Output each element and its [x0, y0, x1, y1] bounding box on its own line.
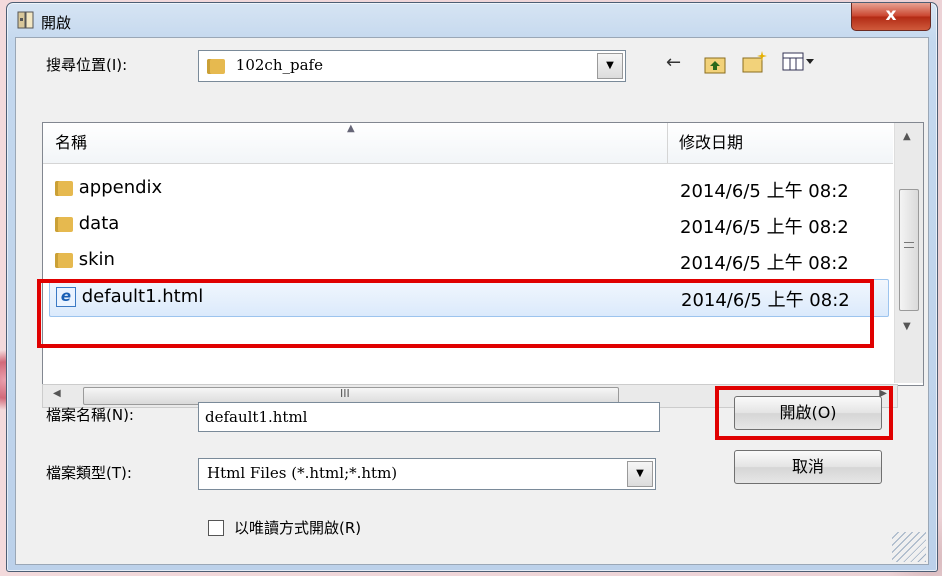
back-icon[interactable]: ←: [666, 52, 681, 73]
item-date: 2014/6/5 上午 08:2: [681, 290, 850, 311]
filename-input[interactable]: default1.html: [198, 402, 660, 432]
readonly-label: 以唯讀方式開啟(R): [234, 519, 362, 537]
lookin-value: 102ch_pafe: [235, 56, 323, 74]
item-date: 2014/6/5 上午 08:2: [680, 181, 849, 202]
ie-html-icon: e: [56, 287, 76, 307]
scroll-up-icon[interactable]: ▲: [903, 131, 911, 142]
chevron-down-icon[interactable]: ▼: [627, 461, 653, 487]
vertical-scrollbar[interactable]: ▲ ▼: [894, 123, 923, 383]
list-item[interactable]: appendix 2014/6/5 上午 08:2: [43, 171, 893, 207]
resize-grip[interactable]: [892, 532, 926, 562]
item-name: data: [78, 213, 120, 234]
cancel-button[interactable]: 取消: [734, 450, 882, 484]
scroll-grip: III: [340, 387, 350, 400]
list-item[interactable]: skin 2014/6/5 上午 08:2: [43, 243, 893, 279]
view-menu-icon[interactable]: [782, 52, 816, 72]
dialog-icon: [17, 11, 34, 29]
dialog-body: 搜尋位置(I): 102ch_pafe ▼ ← 名稱 ▲ 修改日期 append…: [15, 37, 929, 565]
folder-icon: [55, 180, 73, 196]
sort-arrow-icon: ▲: [347, 123, 355, 134]
item-name: appendix: [78, 177, 163, 198]
item-name: skin: [78, 249, 115, 270]
list-item[interactable]: data 2014/6/5 上午 08:2: [43, 207, 893, 243]
close-button[interactable]: x: [851, 3, 931, 31]
column-date[interactable]: 修改日期: [667, 123, 889, 163]
item-date: 2014/6/5 上午 08:2: [680, 217, 849, 238]
chevron-down-icon[interactable]: ▼: [597, 53, 623, 79]
folder-icon: [55, 216, 73, 232]
column-name[interactable]: 名稱: [43, 123, 668, 163]
filename-label: 檔案名稱(N):: [46, 406, 134, 424]
lookin-label: 搜尋位置(I):: [46, 56, 128, 74]
scroll-left-icon[interactable]: ◀: [53, 388, 61, 399]
title-bar: 開啟 x: [7, 3, 937, 37]
scroll-down-icon[interactable]: ▼: [903, 321, 911, 332]
folder-icon: [207, 58, 225, 74]
new-folder-icon[interactable]: [742, 50, 768, 74]
vertical-scroll-thumb[interactable]: [899, 189, 919, 311]
readonly-checkbox[interactable]: [208, 520, 224, 536]
folder-icon: [55, 252, 73, 268]
open-dialog: 開啟 x 搜尋位置(I): 102ch_pafe ▼ ← 名稱 ▲ 修改日期 a…: [6, 2, 938, 572]
filetype-label: 檔案類型(T):: [46, 464, 132, 482]
up-folder-icon[interactable]: [704, 54, 726, 74]
item-name: default1.html: [81, 286, 204, 307]
lookin-combo[interactable]: 102ch_pafe ▼: [198, 50, 626, 82]
list-header: 名稱 ▲ 修改日期: [43, 123, 893, 164]
list-item-selected[interactable]: e default1.html 2014/6/5 上午 08:2: [49, 279, 889, 317]
item-date: 2014/6/5 上午 08:2: [680, 253, 849, 274]
filetype-combo[interactable]: Html Files (*.html;*.htm) ▼: [198, 458, 656, 490]
open-button[interactable]: 開啟(O): [734, 396, 882, 430]
file-list: 名稱 ▲ 修改日期 appendix 2014/6/5 上午 08:2 data…: [42, 122, 924, 386]
window-title: 開啟: [41, 14, 72, 32]
